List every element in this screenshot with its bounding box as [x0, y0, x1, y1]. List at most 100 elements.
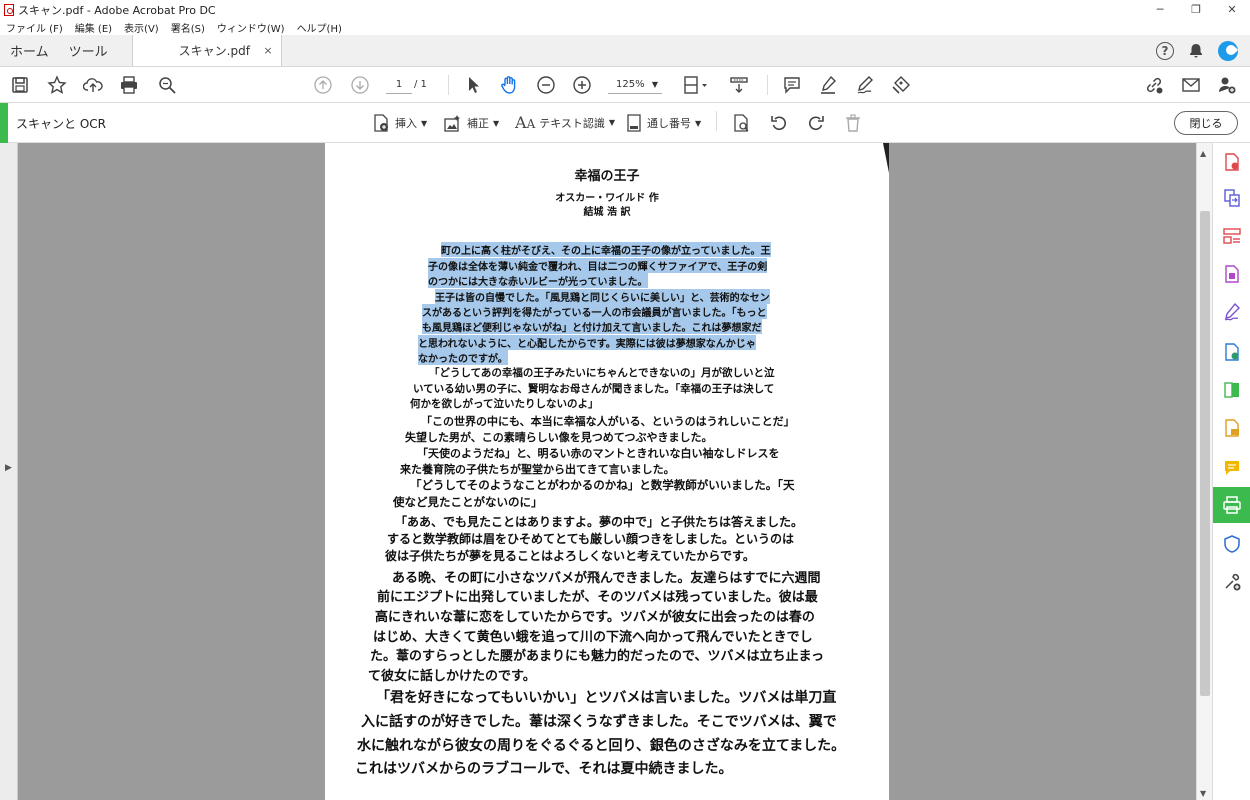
- text-line[interactable]: はじめ、大きくて黄色い蛾を追って川の下流へ向かって飛んでいたときでし: [373, 626, 813, 645]
- selected-text-line[interactable]: 王子は皆の自慢でした。「風見鶏と同じくらいに美しい」と、芸術的なセン: [435, 289, 770, 304]
- text-line[interactable]: 「どうしてあの幸福の王子みたいにちゃんとできないの」月が欲しいと泣: [429, 365, 775, 380]
- highlight-icon[interactable]: [817, 74, 839, 96]
- pdf-page[interactable]: 幸福の王子 オスカー・ワイルド 作 結城 浩 訳 町の上に高く柱がそびえ、その上…: [325, 143, 889, 800]
- export-icon[interactable]: [1221, 263, 1243, 285]
- enhance-label: 補正: [467, 117, 489, 130]
- page-number-input[interactable]: 1: [386, 76, 412, 94]
- text-line[interactable]: て彼女に話しかけたのです。: [368, 665, 536, 684]
- scroll-up-icon[interactable]: ▲: [1200, 149, 1206, 158]
- zoom-in-icon[interactable]: [571, 74, 593, 96]
- scroll-mode-icon[interactable]: [727, 74, 751, 96]
- text-line[interactable]: これはツバメからのラブコールで、それは夏中続きました。: [355, 758, 732, 778]
- rotate-right-icon[interactable]: [805, 112, 827, 134]
- comment-icon[interactable]: [1221, 457, 1243, 479]
- selected-text-line[interactable]: 子の像は全体を薄い純金で覆われ、目は二つの輝くサファイアで、王子の剣: [428, 258, 768, 273]
- text-line[interactable]: いている幼い男の子に、賢明なお母さんが聞きました。「幸福の王子は決して: [413, 381, 774, 396]
- mail-icon[interactable]: [1180, 74, 1202, 96]
- fill-sign-icon[interactable]: [1221, 301, 1243, 323]
- close-tab-icon[interactable]: ×: [263, 44, 272, 57]
- tab-tools[interactable]: ツール: [59, 35, 118, 66]
- menu-view[interactable]: 表示(V): [118, 20, 165, 35]
- upload-icon[interactable]: [82, 74, 104, 96]
- scan-tool-indicator: [0, 103, 8, 143]
- vertical-scrollbar[interactable]: ▲ ▼: [1196, 143, 1212, 800]
- compare-icon[interactable]: [1221, 379, 1243, 401]
- page-thumbnail-icon[interactable]: [730, 112, 752, 134]
- text-line[interactable]: 「ああ、でも見たことはありますよ。夢の中で」と子供たちは答えました。: [395, 513, 803, 530]
- stamp-icon[interactable]: [890, 74, 912, 96]
- combine-icon[interactable]: [1221, 187, 1243, 209]
- comment-icon[interactable]: [781, 74, 803, 96]
- text-line[interactable]: 来た養育院の子供たちが聖堂から出てきて言いました。: [400, 461, 675, 477]
- selected-text-line[interactable]: のつかには大きな赤いルビーが光っていました。: [428, 273, 648, 288]
- select-cursor-icon[interactable]: [462, 74, 484, 96]
- scroll-down-icon[interactable]: ▼: [1200, 789, 1206, 798]
- sign-icon[interactable]: [854, 74, 876, 96]
- menu-edit[interactable]: 編集 (E): [69, 20, 118, 35]
- text-line[interactable]: 高にきれいな葦に恋をしていたからです。ツバメが彼女に出会ったのは春の: [375, 606, 815, 625]
- maximize-button[interactable]: ❐: [1178, 0, 1214, 19]
- delete-icon[interactable]: [842, 112, 864, 134]
- stamp-pdf-icon[interactable]: [1221, 417, 1243, 439]
- text-line[interactable]: 前にエジプトに出発していましたが、そのツバメは残っていました。彼は最: [377, 586, 818, 605]
- text-line[interactable]: 彼は子供たちが夢を見ることはよろしくないと考えていたからです。: [385, 547, 755, 564]
- scan-icon[interactable]: [1221, 494, 1243, 516]
- tab-document[interactable]: スキャン.pdf ×: [131, 35, 282, 66]
- text-line[interactable]: 何かを欲しがって泣いたりしないのよ」: [410, 396, 598, 411]
- hand-icon[interactable]: [498, 74, 520, 96]
- text-line[interactable]: た。葦のすらっとした腰があまりにも魅力的だったので、ツバメは立ち止まっ: [370, 645, 824, 664]
- create-pdf-icon[interactable]: [1221, 151, 1243, 173]
- share-link-icon[interactable]: [1143, 74, 1165, 96]
- bates-numbering-button[interactable]: 通し番号 ▼: [625, 113, 701, 133]
- print-icon[interactable]: [118, 74, 140, 96]
- selected-text-line[interactable]: も風見鶏ほど便利じゃないがね」と付け加えて言いました。これは夢想家だ: [422, 319, 762, 334]
- scrollbar-thumb[interactable]: [1200, 211, 1210, 696]
- text-line[interactable]: 入に話すのが好きでした。葦は深くうなずきました。そこでツバメは、翼で: [361, 711, 837, 731]
- text-recognition-button[interactable]: AA テキスト認識 ▼: [515, 113, 615, 132]
- selected-text-line[interactable]: 町の上に高く柱がそびえ、その上に幸福の王子の像が立っていました。王: [441, 242, 771, 257]
- minimize-button[interactable]: ─: [1142, 0, 1178, 19]
- document-viewport[interactable]: ▶ 幸福の王子 オスカー・ワイルド 作 結城 浩 訳 町の上に高く柱がそびえ、そ…: [0, 143, 1212, 800]
- text-line[interactable]: 「この世界の中にも、本当に幸福な人がいる、というのはうれしいことだ」: [421, 413, 795, 429]
- organize-icon[interactable]: [1221, 225, 1243, 247]
- text-line[interactable]: ある晩、その町に小さなツバメが飛んできました。友達らはすでに六週間: [392, 567, 820, 586]
- selected-text-line[interactable]: なかったのですが。: [418, 350, 508, 365]
- text-line[interactable]: すると数学教師は眉をひそめてとても厳しい顔つきをしました。というのは: [387, 530, 794, 547]
- save-icon[interactable]: [9, 74, 31, 96]
- next-page-icon[interactable]: [349, 74, 371, 96]
- selected-text-line[interactable]: スがあるという評判を得たがっている一人の市会議員が言いました。「もっと: [422, 304, 767, 319]
- page-layout-icon[interactable]: [680, 74, 712, 96]
- protect-icon[interactable]: [1221, 533, 1243, 555]
- close-scan-button[interactable]: 閉じる: [1174, 111, 1238, 135]
- left-nav-pane[interactable]: ▶: [0, 143, 18, 800]
- bell-icon[interactable]: [1188, 43, 1204, 59]
- menu-file[interactable]: ファイル (F): [0, 20, 69, 35]
- text-line[interactable]: 「君を好きになってもいいかい」とツバメは言いました。ツバメは単刀直: [376, 687, 836, 707]
- close-window-button[interactable]: ✕: [1214, 0, 1250, 19]
- avatar[interactable]: [1218, 40, 1238, 61]
- menu-window[interactable]: ウィンドウ(W): [211, 20, 291, 35]
- prev-page-icon[interactable]: [312, 74, 334, 96]
- help-icon[interactable]: ?: [1156, 41, 1174, 60]
- expand-pane-icon[interactable]: ▶: [5, 463, 12, 473]
- text-line[interactable]: 失望した男が、この素晴らしい像を見つめてつぶやきました。: [405, 429, 713, 445]
- zoom-select[interactable]: 125% ▼: [608, 76, 662, 94]
- search-icon[interactable]: [156, 74, 178, 96]
- enhance-button[interactable]: 補正 ▼: [443, 113, 499, 133]
- zoom-value: 125%: [616, 79, 645, 90]
- selected-text-line[interactable]: と思われないように、と心配したからです。実際には彼は夢想家なんかじゃ: [418, 335, 756, 350]
- edit-pdf-icon[interactable]: [1221, 341, 1243, 363]
- text-line[interactable]: 水に触れながら彼女の周りをぐるぐると回り、銀色のさざなみを立てました。: [357, 735, 845, 755]
- more-tools-icon[interactable]: [1221, 571, 1243, 593]
- text-line[interactable]: 使など見たことがないのに」: [393, 494, 543, 510]
- text-line[interactable]: 「どうしてそのようなことがわかるのかね」と数学教師がいいました。「天: [410, 477, 795, 493]
- rotate-left-icon[interactable]: [768, 112, 790, 134]
- tab-home[interactable]: ホーム: [0, 35, 59, 66]
- menu-help[interactable]: ヘルプ(H): [291, 20, 348, 35]
- add-user-icon[interactable]: [1216, 74, 1238, 96]
- star-icon[interactable]: [46, 74, 68, 96]
- text-line[interactable]: 「天使のようだね」と、明るい赤のマントときれいな白い袖なしドレスを: [417, 445, 780, 461]
- menu-sign[interactable]: 署名(S): [165, 20, 211, 35]
- zoom-out-icon[interactable]: [535, 74, 557, 96]
- insert-button[interactable]: 挿入 ▼: [371, 113, 427, 133]
